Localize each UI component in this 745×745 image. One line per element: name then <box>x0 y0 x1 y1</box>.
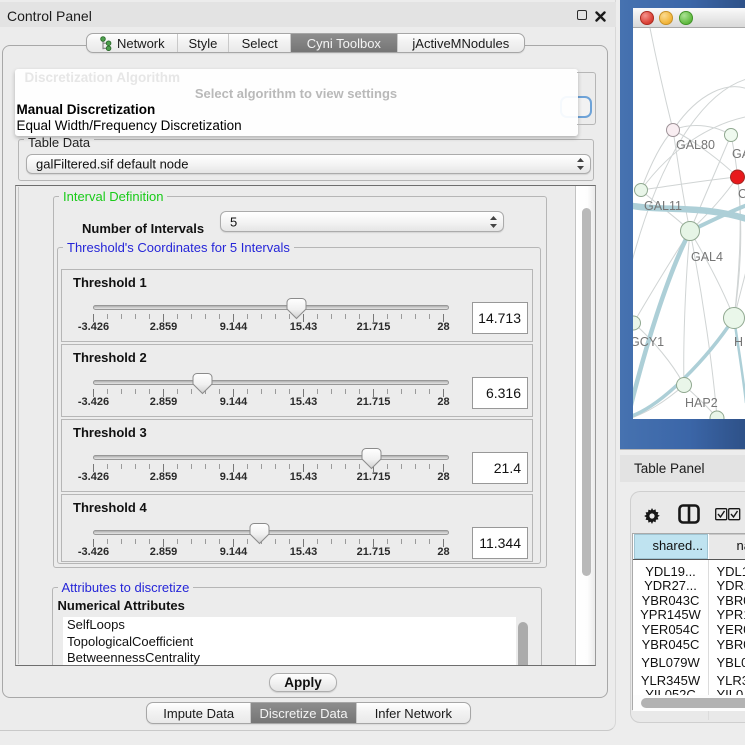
svg-text:GA: GA <box>732 147 745 161</box>
svg-text:GAL11: GAL11 <box>644 199 682 213</box>
svg-text:GCY1: GCY1 <box>633 335 664 349</box>
svg-text:GAL4: GAL4 <box>691 250 723 264</box>
svg-text:H: H <box>734 335 743 349</box>
svg-text:GAL80: GAL80 <box>676 138 715 152</box>
svg-text:C: C <box>738 187 745 201</box>
svg-text:HAP2: HAP2 <box>685 396 718 410</box>
